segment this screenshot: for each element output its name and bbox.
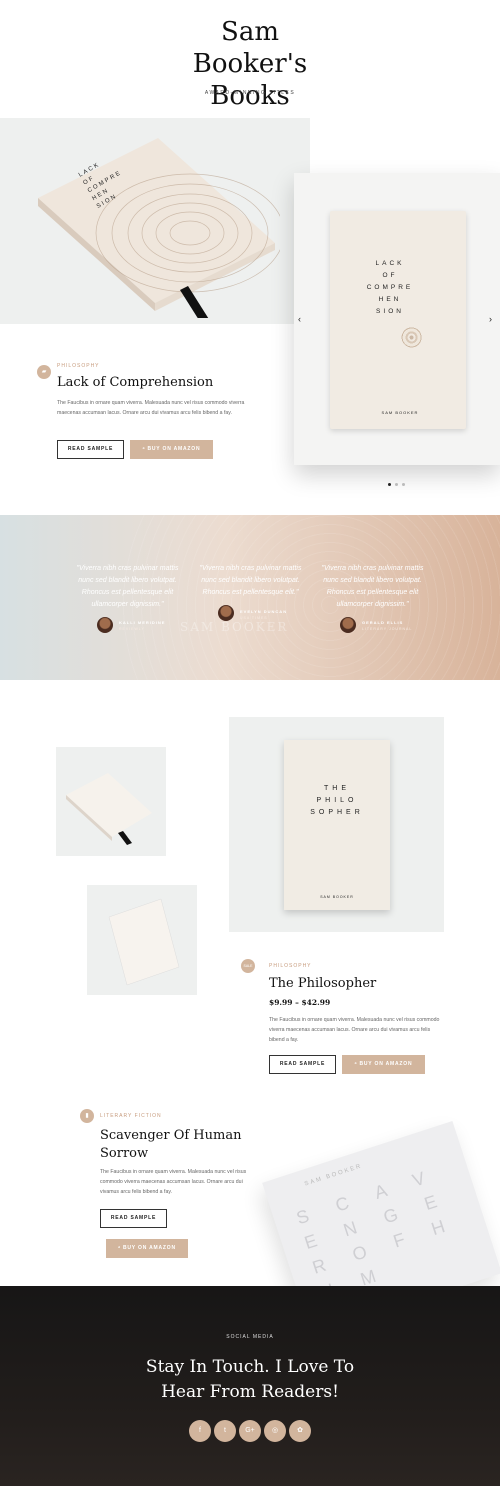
testimonial-quote: "Viverra nibh cras pulvinar mattis nunc … bbox=[199, 565, 302, 596]
tagline: AWARD-WINNING TITLES bbox=[204, 90, 296, 96]
slider-next-arrow[interactable]: › bbox=[489, 314, 492, 324]
testimonial-name: GERALD ELLIS bbox=[362, 620, 404, 625]
hero-description: The Faucibus in ornare quam viverra. Mal… bbox=[57, 400, 245, 416]
testimonial-org: REVIEWLY bbox=[119, 627, 145, 631]
twitter-icon[interactable]: t bbox=[214, 1420, 236, 1442]
avatar bbox=[97, 617, 113, 633]
cover-line: HEN bbox=[378, 296, 402, 303]
cover-line: SION bbox=[376, 308, 404, 315]
cover-line: THE bbox=[324, 785, 350, 792]
scavenger-title: Scavenger Of Human Sorrow bbox=[100, 1127, 241, 1163]
footer-title-line: Stay In Touch. I Love To bbox=[145, 1357, 355, 1377]
sale-badge: SALE bbox=[241, 959, 255, 973]
cover-line: COMPRE bbox=[366, 284, 414, 291]
title-line: Sorrow bbox=[100, 1146, 149, 1161]
footer-title: Stay In Touch. I Love To Hear From Reade… bbox=[0, 1355, 500, 1405]
buy-label: BUY ON AMAZON bbox=[359, 1061, 413, 1067]
philosopher-book-cover bbox=[284, 740, 390, 910]
philosopher-category: PHILOSOPHY bbox=[269, 963, 312, 969]
testimonial-quote: "Viverra nibh cras pulvinar mattis nunc … bbox=[76, 565, 179, 608]
book-photo-tile bbox=[56, 747, 166, 856]
read-sample-button[interactable]: READ SAMPLE bbox=[269, 1055, 336, 1074]
testimonial-org: USA TIMES bbox=[240, 616, 268, 620]
buy-label: BUY ON AMAZON bbox=[122, 1245, 176, 1251]
site-title: Sam Booker's Books bbox=[192, 17, 308, 111]
bookmark-icon: ▮ bbox=[80, 1109, 94, 1123]
cover-line: LACK bbox=[375, 260, 405, 267]
watermark: SAM BOOKER bbox=[180, 620, 289, 634]
philosopher-cover-author: SAM BOOKER bbox=[320, 895, 354, 899]
slider-cover-title: LACK OF COMPRE HEN SION bbox=[360, 258, 420, 318]
slider-book-cover bbox=[330, 211, 466, 429]
cover-line: OF bbox=[382, 272, 398, 279]
cover-line: PHILO bbox=[316, 797, 358, 804]
slider-dots[interactable] bbox=[386, 473, 407, 491]
hero-book-image bbox=[30, 128, 285, 328]
title-line: Scavenger Of Human bbox=[100, 1128, 242, 1143]
book-icon: ▰ bbox=[37, 365, 51, 379]
scavenger-cover-author: SAM BOOKER bbox=[303, 1163, 364, 1188]
cover-line: SOPHER bbox=[310, 809, 364, 816]
philosopher-title: The Philosopher bbox=[269, 976, 377, 991]
read-sample-button[interactable]: READ SAMPLE bbox=[100, 1209, 167, 1228]
facebook-icon[interactable]: f bbox=[189, 1420, 211, 1442]
slider-dot[interactable] bbox=[402, 483, 405, 486]
buy-on-amazon-button[interactable]: ᵃ BUY ON AMAZON bbox=[130, 440, 213, 459]
google-plus-icon[interactable]: G+ bbox=[239, 1420, 261, 1442]
testimonial-name: EVELYN DUNCAN bbox=[240, 609, 288, 614]
slider-dot[interactable] bbox=[388, 483, 391, 486]
hero-book-title: Lack of Comprehension bbox=[57, 375, 214, 390]
scavenger-category: LITERARY FICTION bbox=[100, 1113, 162, 1119]
slider-dot[interactable] bbox=[395, 483, 398, 486]
slider-prev-arrow[interactable]: ‹ bbox=[298, 314, 301, 324]
dribbble-icon[interactable]: ✿ bbox=[289, 1420, 311, 1442]
footer-title-line: Hear From Readers! bbox=[161, 1382, 339, 1402]
hero-category: PHILOSOPHY bbox=[57, 363, 100, 369]
read-sample-button[interactable]: READ SAMPLE bbox=[57, 440, 124, 459]
scavenger-description: The Faucibus in ornare quam viverra. Mal… bbox=[100, 1169, 247, 1195]
instagram-icon[interactable]: ◎ bbox=[264, 1420, 286, 1442]
testimonial-org: LITERARY JOURNAL bbox=[362, 627, 413, 631]
testimonial-quote: "Viverra nibh cras pulvinar mattis nunc … bbox=[321, 565, 424, 608]
slider-cover-author: SAM BOOKER bbox=[381, 410, 419, 415]
buy-label: BUY ON AMAZON bbox=[147, 446, 201, 452]
testimonial-name: KALLI MERIDINE bbox=[119, 620, 166, 625]
buy-on-amazon-button[interactable]: ᵃ BUY ON AMAZON bbox=[342, 1055, 425, 1074]
avatar bbox=[340, 617, 356, 633]
philosopher-description: The Faucibus in ornare quam viverra. Mal… bbox=[269, 1017, 440, 1043]
book-photo-tile bbox=[87, 885, 197, 995]
avatar bbox=[218, 605, 234, 621]
philosopher-price: $9.99 – $42.99 bbox=[269, 998, 331, 1007]
philosopher-cover-title: THE PHILO SOPHER bbox=[297, 783, 377, 819]
social-media-label: SOCIAL MEDIA bbox=[226, 1334, 274, 1340]
buy-on-amazon-button[interactable]: ᵃ BUY ON AMAZON bbox=[106, 1239, 188, 1258]
